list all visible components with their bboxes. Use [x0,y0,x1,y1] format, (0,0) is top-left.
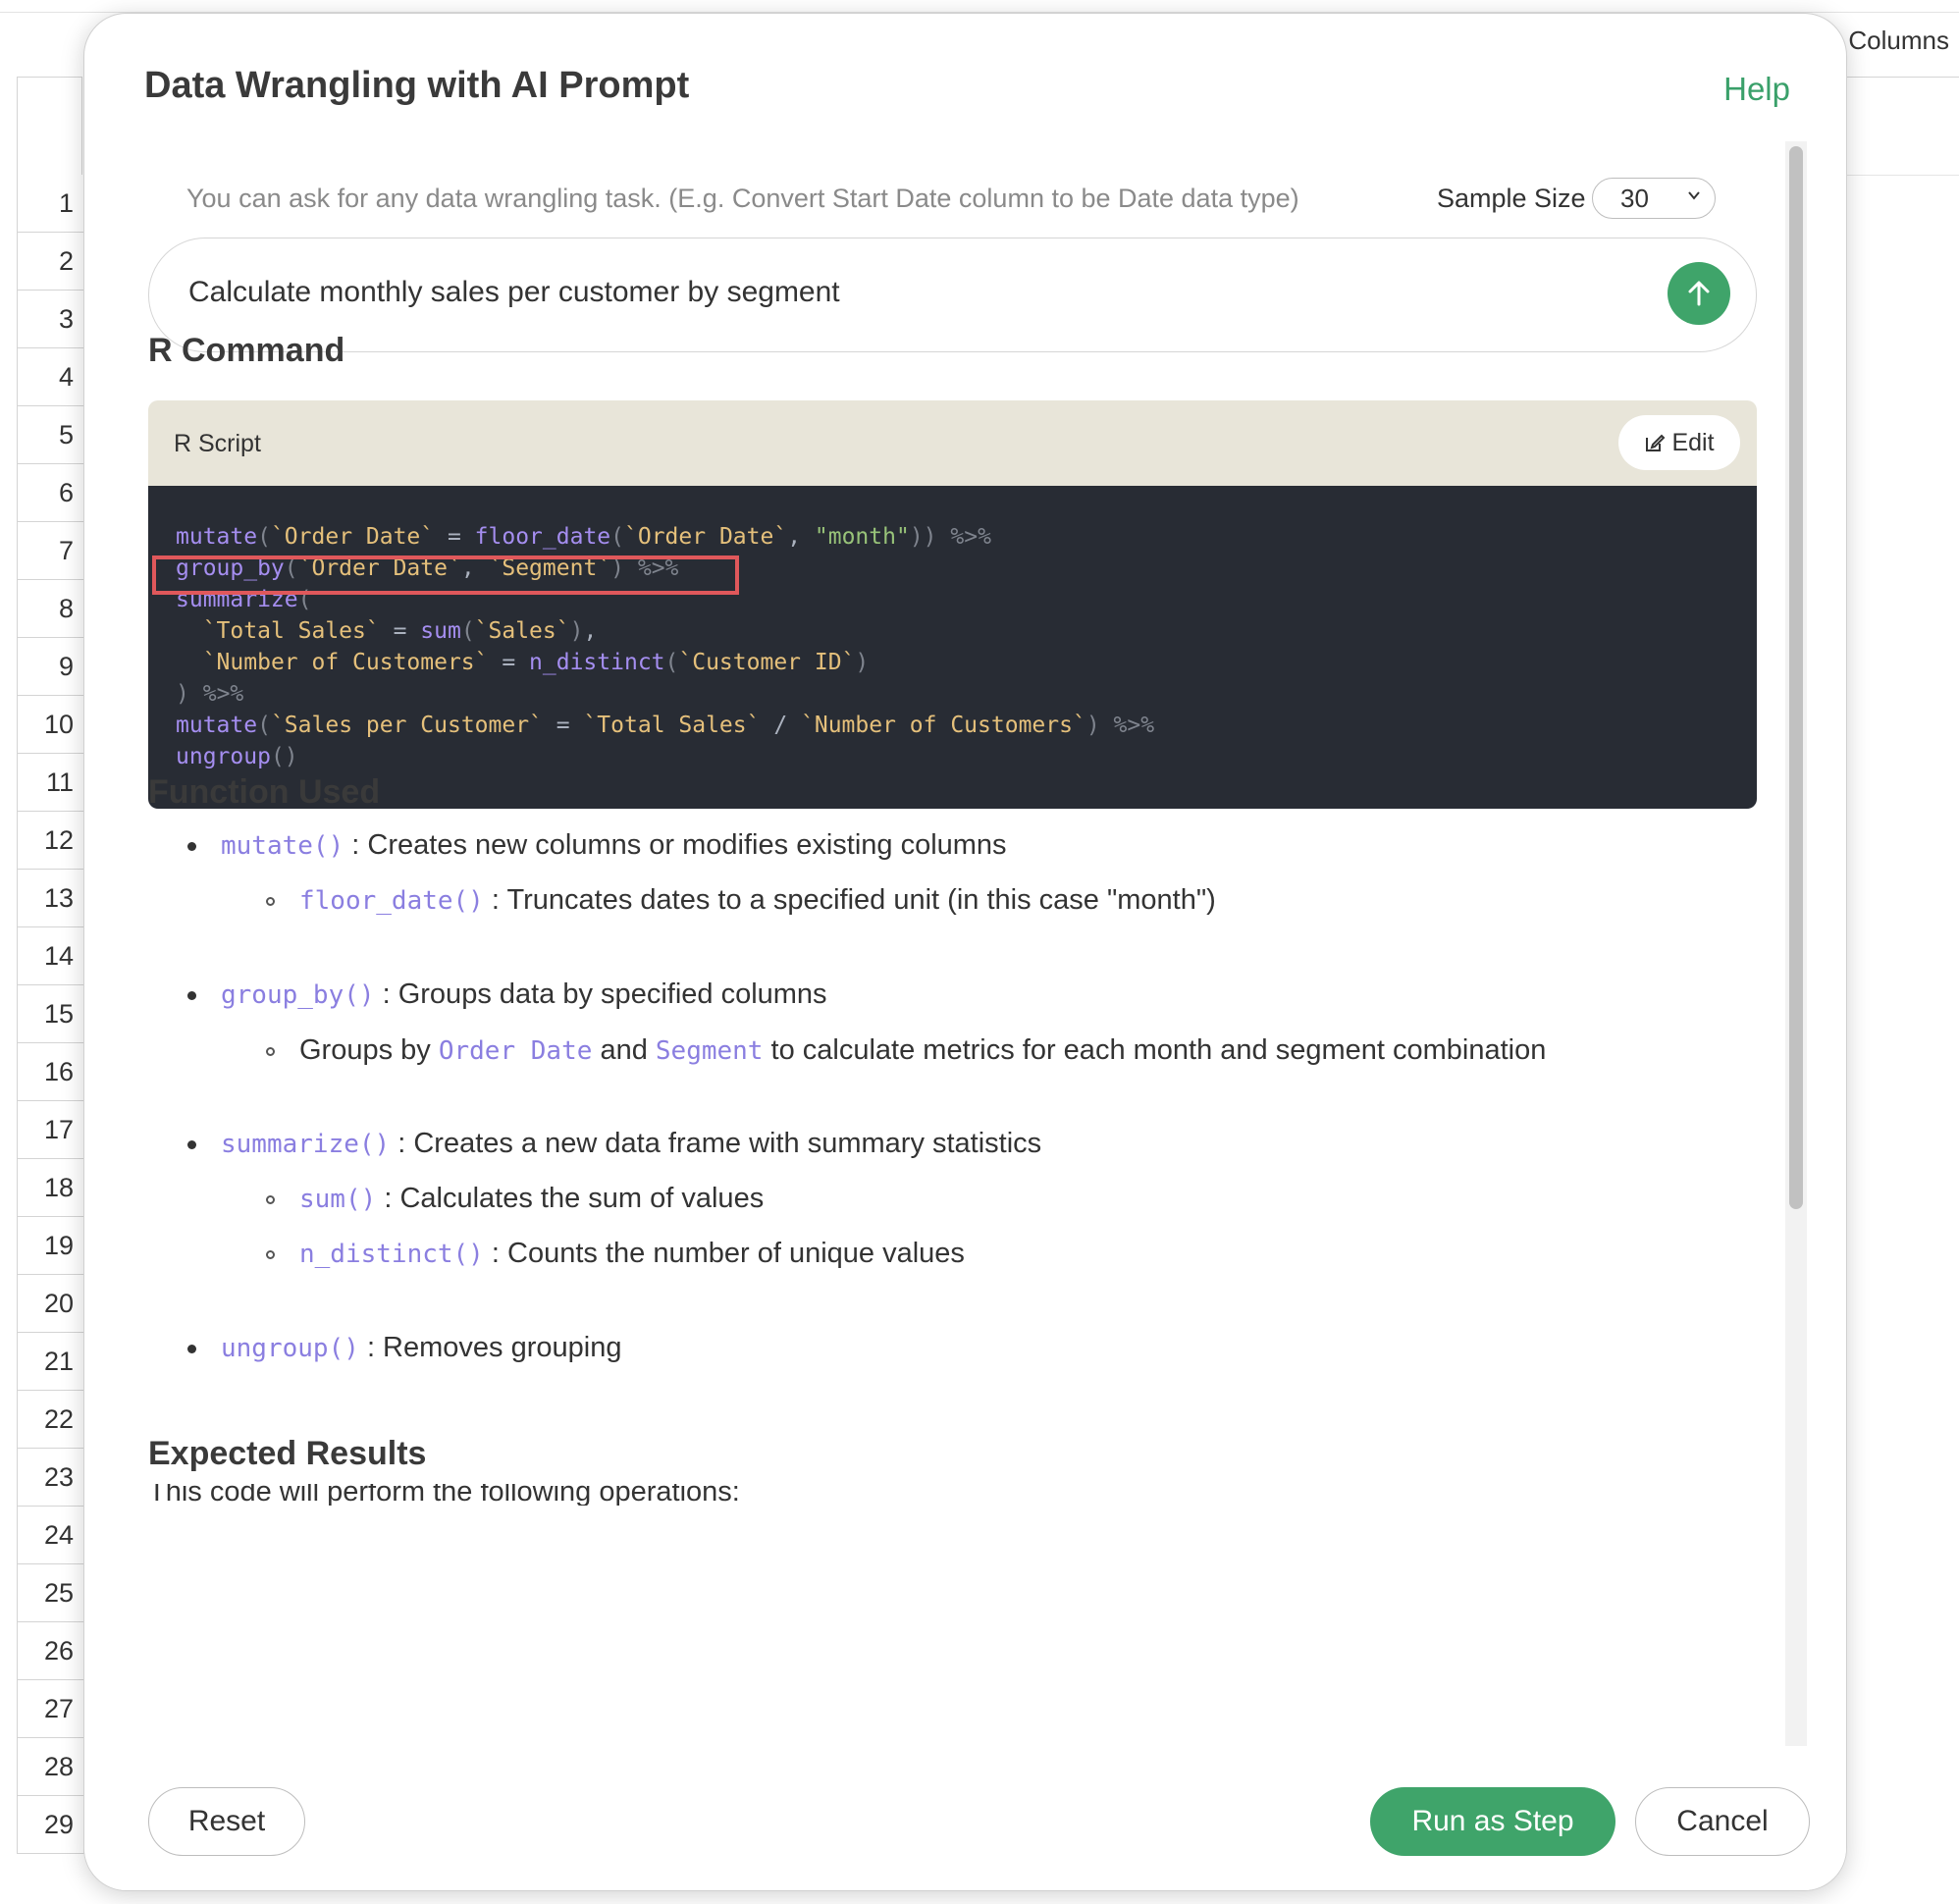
edit-icon [1646,434,1666,451]
expected-results-text: This code will perform the following ope… [148,1484,740,1506]
dialog-title: Data Wrangling with AI Prompt [144,65,690,106]
function-code: ungroup() [221,1334,359,1363]
row-number: 18 [18,1159,83,1217]
function-desc: : Groups data by specified columns [374,978,827,1010]
bg-divider [1845,77,1959,78]
function-code: sum() [299,1185,377,1214]
function-desc: : Counts the number of unique values [483,1238,965,1269]
row-numbers: 1 2 3 4 5 6 7 8 9 10 11 12 13 14 15 16 17 18 19 20 21 22 23 24 2… [17,175,84,1854]
dialog-scroll-area: You can ask for any data wrangling task.… [84,141,1812,1746]
column-name: Segment [655,1036,764,1066]
detail-text: and [592,1034,656,1066]
code-header-label: R Script [174,430,261,457]
row-number: 24 [18,1507,83,1564]
expected-results-heading: Expected Results [148,1435,427,1472]
row-number: 15 [18,985,83,1043]
row-number: 22 [18,1391,83,1449]
prompt-hint: You can ask for any data wrangling task.… [186,184,1299,213]
row-number: 1 [18,175,83,233]
highlight-box [152,555,739,595]
sample-size-select[interactable]: 30 [1592,178,1716,219]
ai-prompt-dialog: Data Wrangling with AI Prompt Help You c… [83,13,1847,1891]
r-command-heading: R Command [148,332,345,369]
edit-label: Edit [1671,429,1715,456]
function-desc: : Creates new columns or modifies existi… [344,829,1007,861]
expected-results-text-inner: This code will perform the following ope… [148,1484,740,1506]
function-code: floor_date() [299,886,484,916]
row-number: 7 [18,522,83,580]
row-number: 21 [18,1333,83,1391]
scrollbar-thumb[interactable] [1789,146,1803,1209]
row-number: 25 [18,1564,83,1622]
row-number: 5 [18,406,83,464]
function-code: group_by() [221,980,375,1010]
cancel-button[interactable]: Cancel [1635,1787,1810,1856]
prompt-input-value: Calculate monthly sales per customer by … [188,276,840,308]
help-link[interactable]: Help [1723,71,1790,108]
row-number: 16 [18,1043,83,1101]
row-number: 26 [18,1622,83,1680]
row-number: 27 [18,1680,83,1738]
row-number: 19 [18,1217,83,1275]
row-number: 6 [18,464,83,522]
row-number: 8 [18,580,83,638]
dialog-footer: Reset Run as Step Cancel [84,1746,1846,1890]
r-script-card: R Script Edit mutate(`Order Date` = floo… [148,400,1757,809]
function-used-heading: Function Used [148,773,381,811]
run-as-step-button[interactable]: Run as Step [1370,1787,1615,1856]
row-number: 23 [18,1449,83,1507]
list-item: summarize() : Creates a new data frame w… [187,1128,1041,1160]
list-item: sum() : Calculates the sum of values [266,1183,764,1215]
row-number: 17 [18,1101,83,1159]
columns-label[interactable]: Columns [1848,26,1949,56]
row-number: 12 [18,812,83,870]
detail-text: to calculate metrics for each month and … [763,1034,1547,1066]
row-number: 28 [18,1738,83,1796]
row-number: 9 [18,638,83,696]
r-code: mutate(`Order Date` = floor_date(`Order … [148,486,1757,809]
bg-header-corner [17,77,82,175]
sample-size-label: Sample Size [1437,184,1586,213]
function-desc: : Removes grouping [358,1332,622,1363]
list-item: ungroup() : Removes grouping [187,1332,621,1364]
list-item: mutate() : Creates new columns or modifi… [187,829,1007,862]
prompt-input[interactable]: Calculate monthly sales per customer by … [148,238,1757,352]
function-code: mutate() [221,831,344,861]
row-number: 10 [18,696,83,754]
row-number: 4 [18,348,83,406]
code-header: R Script Edit [148,400,1757,486]
row-number: 11 [18,754,83,812]
row-number: 2 [18,233,83,291]
sample-size-value: 30 [1620,184,1649,213]
detail-text: Groups by [299,1034,439,1066]
row-number: 14 [18,927,83,985]
list-item: Groups by Order Date and Segment to calc… [266,1034,1546,1067]
send-button[interactable] [1668,262,1730,325]
function-desc: : Creates a new data frame with summary … [390,1128,1042,1159]
function-code: n_distinct() [299,1240,484,1269]
row-number: 3 [18,291,83,348]
function-desc: : Calculates the sum of values [376,1183,765,1214]
column-name: Order Date [438,1036,593,1066]
arrow-up-icon [1688,281,1710,306]
row-number: 13 [18,870,83,927]
function-desc: : Truncates dates to a specified unit (i… [483,884,1216,916]
list-item: floor_date() : Truncates dates to a spec… [266,884,1216,917]
list-item: group_by() : Groups data by specified co… [187,978,827,1011]
row-number: 20 [18,1275,83,1333]
row-number: 29 [18,1796,83,1854]
function-code: summarize() [221,1130,391,1159]
edit-button[interactable]: Edit [1618,415,1740,470]
list-item: n_distinct() : Counts the number of uniq… [266,1238,965,1270]
reset-button[interactable]: Reset [148,1787,305,1856]
bg-divider [1845,175,1959,176]
chevron-down-icon [1688,191,1700,200]
